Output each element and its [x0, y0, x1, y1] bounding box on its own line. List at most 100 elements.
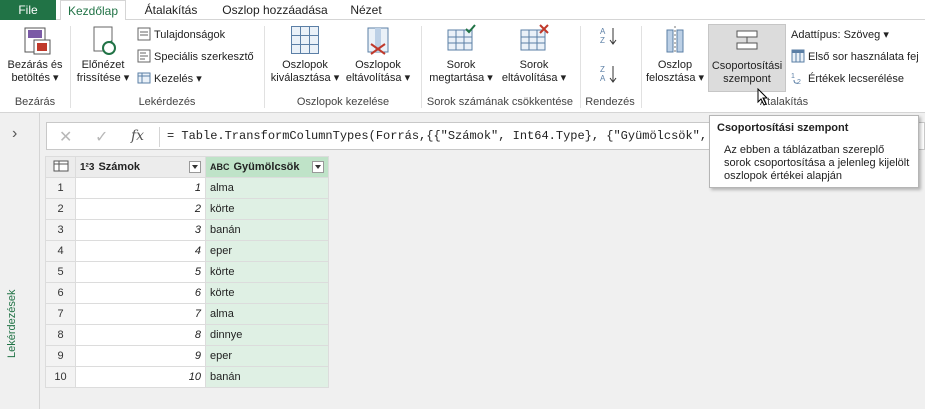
- tab-view[interactable]: Nézet: [346, 0, 386, 20]
- close-load-button[interactable]: Bezárás és betöltés ▾: [4, 24, 66, 85]
- column-header-szamok[interactable]: 1²3 Számok: [75, 156, 206, 178]
- column-header-gyumolcsok[interactable]: ABC Gyümölcsök: [205, 156, 329, 178]
- tab-transform[interactable]: Átalakítás: [140, 0, 202, 20]
- row-number: 7: [45, 303, 76, 325]
- group-label-reduce-rows: Sorok számának csökkentése: [426, 96, 574, 108]
- expand-chevron-icon[interactable]: ›: [12, 125, 17, 143]
- cell-gyumolcsok[interactable]: alma: [205, 303, 329, 325]
- remove-rows-button[interactable]: Sorok eltávolítása ▾: [498, 24, 570, 85]
- remove-columns-label-2: eltávolítása ▾: [345, 72, 411, 84]
- row-number: 9: [45, 345, 76, 367]
- tab-file[interactable]: File: [0, 0, 56, 20]
- cell-gyumolcsok[interactable]: banán: [205, 219, 329, 241]
- cell-gyumolcsok[interactable]: dinnye: [205, 324, 329, 346]
- properties-icon: [137, 27, 151, 41]
- cell-gyumolcsok[interactable]: körte: [205, 261, 329, 283]
- group-by-tooltip: Csoportosítási szempont Az ebben a táblá…: [709, 115, 919, 188]
- table-row[interactable]: 8 8 dinnye: [45, 324, 329, 346]
- cell-gyumolcsok[interactable]: eper: [205, 240, 329, 262]
- table-row[interactable]: 2 2 körte: [45, 198, 329, 220]
- group-label-manage-columns: Oszlopok kezelése: [296, 96, 390, 108]
- cell-gyumolcsok[interactable]: banán: [205, 366, 329, 388]
- group-label-close: Bezárás: [14, 96, 56, 108]
- tab-home[interactable]: Kezdőlap: [60, 0, 126, 21]
- svg-text:A: A: [600, 74, 606, 83]
- use-first-row-as-headers-button[interactable]: Első sor használata fej: [791, 48, 919, 66]
- tab-add-column[interactable]: Oszlop hozzáadása: [220, 0, 330, 20]
- manage-button[interactable]: Kezelés ▾: [137, 70, 202, 88]
- table-row[interactable]: 5 5 körte: [45, 261, 329, 283]
- data-type-dropdown[interactable]: Adattípus: Szöveg ▾: [791, 26, 889, 44]
- row-number: 3: [45, 219, 76, 241]
- choose-columns-icon: [289, 24, 321, 56]
- tooltip-body: Az ebben a táblázatban szereplő sorok cs…: [724, 144, 910, 182]
- properties-button[interactable]: Tulajdonságok: [137, 26, 225, 44]
- remove-rows-icon: [518, 24, 550, 56]
- row-number: 4: [45, 240, 76, 262]
- group-label-sort: Rendezés: [585, 96, 635, 108]
- queries-side-pane: › Lekérdezések: [0, 113, 40, 409]
- table-row[interactable]: 10 10 banán: [45, 366, 329, 388]
- cell-gyumolcsok[interactable]: körte: [205, 282, 329, 304]
- group-by-label-1: Csoportosítási: [711, 60, 783, 72]
- group-label-transform: Átalakítás: [759, 96, 809, 108]
- sort-ascending-icon: AZ: [600, 27, 617, 45]
- keep-rows-label-1: Sorok: [446, 59, 476, 71]
- cell-szamok[interactable]: 6: [75, 282, 206, 304]
- table-row[interactable]: 9 9 eper: [45, 345, 329, 367]
- formula-input[interactable]: = Table.TransformColumnTypes(Forrás,{{"S…: [167, 129, 758, 143]
- table-row[interactable]: 1 1 alma: [45, 177, 329, 199]
- cell-szamok[interactable]: 4: [75, 240, 206, 262]
- table-row[interactable]: 7 7 alma: [45, 303, 329, 325]
- split-column-button[interactable]: Oszlop felosztása ▾: [644, 24, 706, 85]
- table-header-icon: [791, 49, 805, 63]
- cell-szamok[interactable]: 2: [75, 198, 206, 220]
- svg-text:A: A: [600, 27, 606, 36]
- group-by-button[interactable]: Csoportosítási szempont: [708, 24, 786, 92]
- cell-szamok[interactable]: 10: [75, 366, 206, 388]
- replace-values-button[interactable]: 1 2 Értékek lecserélése: [791, 70, 904, 88]
- table-row[interactable]: 6 6 körte: [45, 282, 329, 304]
- cell-szamok[interactable]: 7: [75, 303, 206, 325]
- svg-text:2: 2: [797, 79, 801, 85]
- mouse-cursor-icon: [757, 88, 769, 106]
- text-type-icon[interactable]: ABC: [210, 162, 230, 172]
- keep-rows-button[interactable]: Sorok megtartása ▾: [426, 24, 496, 85]
- fx-icon[interactable]: fx: [131, 128, 144, 144]
- cell-szamok[interactable]: 9: [75, 345, 206, 367]
- refresh-preview-button[interactable]: Előnézet frissítése ▾: [74, 24, 132, 85]
- cell-gyumolcsok[interactable]: eper: [205, 345, 329, 367]
- choose-columns-button[interactable]: Oszlopok kiválasztása ▾: [270, 24, 340, 85]
- cell-gyumolcsok[interactable]: körte: [205, 198, 329, 220]
- cell-szamok[interactable]: 5: [75, 261, 206, 283]
- sort-ascending-button[interactable]: AZ: [599, 26, 619, 45]
- data-grid: 1²3 Számok ABC Gyümölcsök 1 1 alma 2 2 körte 3…: [45, 156, 329, 388]
- table-row[interactable]: 4 4 eper: [45, 240, 329, 262]
- group-by-icon: [731, 25, 763, 57]
- queries-pane-label[interactable]: Lekérdezések: [6, 290, 18, 359]
- table-menu-icon[interactable]: [45, 156, 76, 178]
- advanced-editor-button[interactable]: Speciális szerkesztő: [137, 48, 254, 66]
- cell-gyumolcsok[interactable]: alma: [205, 177, 329, 199]
- confirm-formula-icon[interactable]: ✓: [95, 127, 108, 147]
- column-filter-dropdown[interactable]: [312, 161, 324, 173]
- table-row[interactable]: 3 3 banán: [45, 219, 329, 241]
- close-load-label-2: betöltés ▾: [11, 72, 59, 84]
- whole-number-type-icon[interactable]: 1²3: [80, 162, 94, 173]
- remove-columns-button[interactable]: Oszlopok eltávolítása ▾: [342, 24, 414, 85]
- cell-szamok[interactable]: 1: [75, 177, 206, 199]
- sort-descending-button[interactable]: ZA: [599, 64, 619, 83]
- group-label-query: Lekérdezés: [138, 96, 196, 108]
- remove-rows-label-2: eltávolítása ▾: [501, 72, 567, 84]
- advanced-editor-icon: [137, 49, 151, 63]
- column-filter-dropdown[interactable]: [189, 161, 201, 173]
- cell-szamok[interactable]: 3: [75, 219, 206, 241]
- refresh-label-2: frissítése ▾: [76, 72, 130, 84]
- split-column-label-1: Oszlop: [657, 59, 693, 71]
- cell-szamok[interactable]: 8: [75, 324, 206, 346]
- row-number: 1: [45, 177, 76, 199]
- remove-rows-label-1: Sorok: [519, 59, 549, 71]
- cancel-formula-icon[interactable]: ✕: [59, 127, 72, 147]
- row-number: 10: [45, 366, 76, 388]
- refresh-label-1: Előnézet: [81, 59, 125, 71]
